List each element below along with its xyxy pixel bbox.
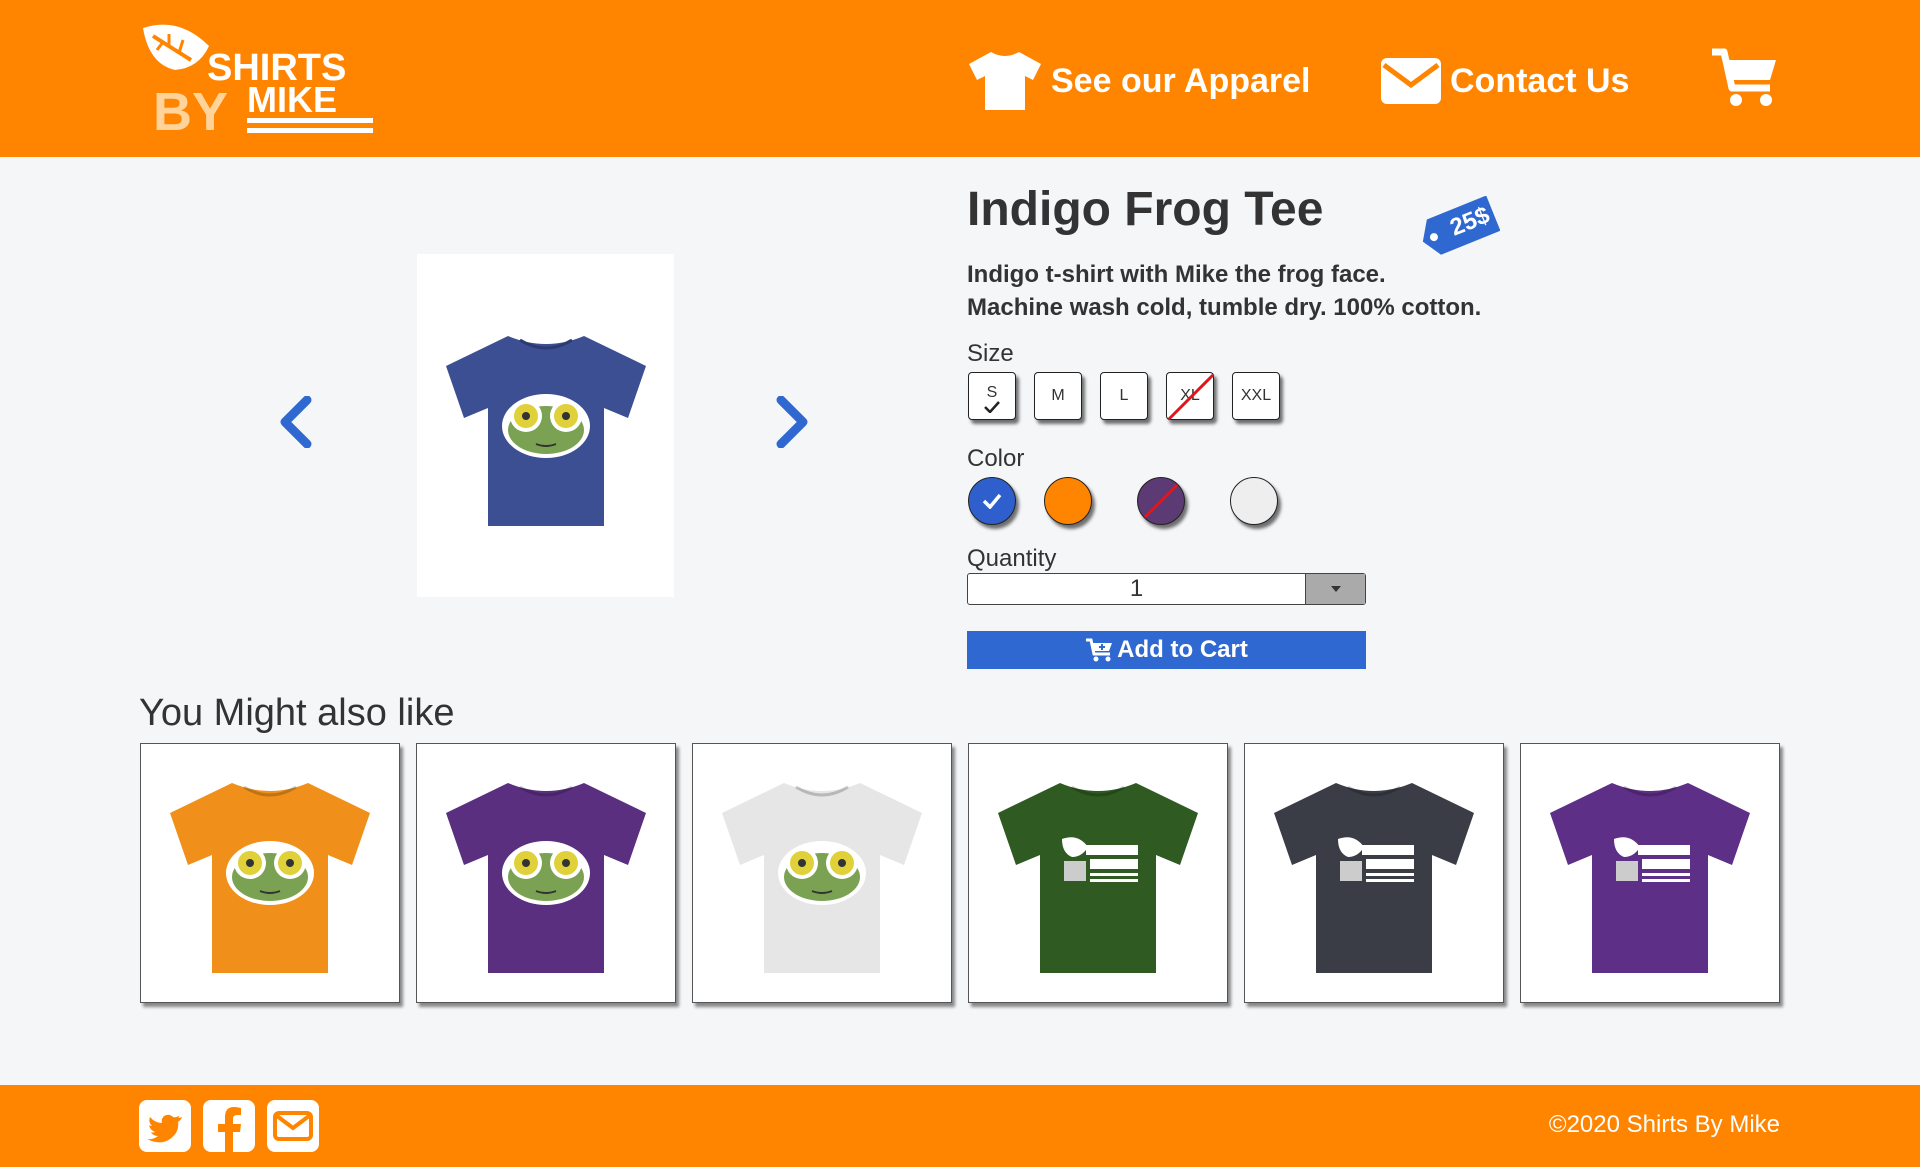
size-option-xxl[interactable]: XXL — [1232, 372, 1280, 420]
product-title: Indigo Frog Tee — [967, 183, 1324, 236]
product-thumbnail — [1274, 783, 1474, 973]
color-label: Color — [967, 445, 1025, 472]
quantity-value: 1 — [1129, 575, 1144, 602]
site-footer: ©2020 Shirts By Mike — [0, 1085, 1920, 1167]
color-swatch-indigo[interactable] — [968, 477, 1016, 525]
chevron-right-icon — [776, 395, 808, 449]
size-l-label: L — [1119, 387, 1129, 404]
quantity-label: Quantity — [967, 545, 1057, 572]
size-option-m[interactable]: M — [1034, 372, 1082, 420]
shopping-cart-icon[interactable] — [1710, 48, 1778, 115]
chevron-left-icon — [280, 395, 312, 449]
svg-text:BY: BY — [153, 82, 228, 138]
svg-text:MIKE: MIKE — [247, 79, 337, 120]
add-to-cart-button[interactable]: Add to Cart — [967, 631, 1366, 669]
nav-contact-label: Contact Us — [1450, 61, 1630, 100]
nav-apparel-label: See our Apparel — [1051, 61, 1311, 100]
caret-down-icon[interactable] — [1305, 574, 1365, 604]
quantity-select[interactable]: 1 — [967, 573, 1366, 605]
tshirt-icon — [969, 52, 1041, 110]
copyright-text: ©2020 Shirts By Mike — [1548, 1111, 1780, 1138]
envelope-icon — [1381, 58, 1441, 104]
color-swatch-purple-unavailable[interactable] — [1137, 477, 1185, 525]
related-product-card[interactable] — [416, 743, 676, 1003]
twitter-icon[interactable] — [139, 1100, 191, 1152]
size-option-l[interactable]: L — [1100, 372, 1148, 420]
color-swatch-white[interactable] — [1230, 477, 1278, 525]
unavailable-strike-icon — [1142, 482, 1180, 520]
product-thumbnail — [170, 783, 370, 973]
carousel-prev-button[interactable] — [277, 395, 313, 453]
related-product-card[interactable] — [140, 743, 400, 1003]
unavailable-strike-icon — [1167, 373, 1215, 421]
related-heading: You Might also like — [139, 692, 455, 734]
description-line-2: Machine wash cold, tumble dry. 100% cott… — [967, 294, 1482, 321]
checkmark-icon — [982, 493, 1002, 509]
product-description: Indigo t-shirt with Mike the frog face. … — [967, 258, 1567, 324]
add-to-cart-label: Add to Cart — [1117, 636, 1248, 663]
size-m-label: M — [1051, 387, 1065, 404]
related-product-card[interactable] — [692, 743, 952, 1003]
related-product-card[interactable] — [1520, 743, 1780, 1003]
mail-icon[interactable] — [267, 1100, 319, 1152]
checkmark-icon — [984, 401, 1000, 413]
site-logo[interactable]: SHIRTS BY MIKE — [139, 20, 379, 142]
product-main-image — [417, 254, 674, 597]
nav-contact-us[interactable]: Contact Us — [1380, 49, 1629, 113]
site-header: SHIRTS BY MIKE See our Apparel Contact U… — [0, 0, 1920, 157]
product-thumbnail — [446, 783, 646, 973]
size-label: Size — [967, 340, 1014, 367]
related-product-card[interactable] — [1244, 743, 1504, 1003]
product-thumbnail — [1550, 783, 1750, 973]
cart-plus-icon — [1086, 638, 1113, 662]
facebook-icon[interactable] — [203, 1100, 255, 1152]
size-xxl-label: XXL — [1240, 387, 1272, 404]
size-option-s[interactable]: S — [968, 372, 1016, 420]
description-line-1: Indigo t-shirt with Mike the frog face. — [967, 261, 1386, 288]
color-swatch-orange[interactable] — [1044, 477, 1092, 525]
carousel-next-button[interactable] — [775, 395, 811, 453]
product-thumbnail — [722, 783, 922, 973]
size-option-xl-unavailable[interactable]: XL — [1166, 372, 1215, 421]
nav-see-apparel[interactable]: See our Apparel — [967, 49, 1310, 113]
size-s-label: S — [986, 384, 998, 401]
related-product-card[interactable] — [968, 743, 1228, 1003]
product-thumbnail — [998, 783, 1198, 973]
